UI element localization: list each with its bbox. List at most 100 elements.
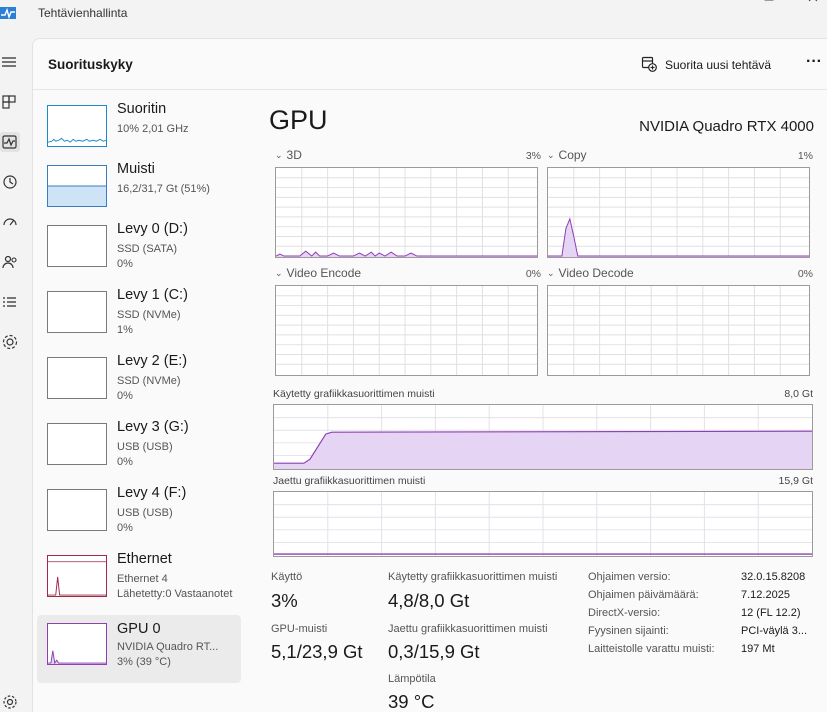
details-icon[interactable]	[0, 292, 20, 312]
device-list: Suoritin 10% 2,01 GHz Muisti 16,2/31,7 G…	[37, 95, 243, 695]
device-item-disk-2[interactable]: Levy 2 (E:) SSD (NVMe) 0%	[37, 353, 241, 417]
app-history-icon[interactable]	[0, 172, 20, 192]
device-usage: 1%	[117, 324, 133, 336]
startup-apps-icon[interactable]	[0, 212, 20, 232]
device-name: Suoritin	[117, 101, 167, 117]
performance-icon[interactable]	[0, 132, 20, 152]
device-usage: 3% (39 °C)	[117, 656, 171, 668]
services-icon[interactable]	[0, 332, 20, 352]
engine-selector-video-encode[interactable]: ⌄ Video Encode	[275, 266, 361, 280]
shared-memory-graph	[273, 491, 813, 557]
device-detail: USB (USB)	[117, 441, 173, 453]
settings-icon[interactable]	[0, 692, 20, 712]
device-usage: 0%	[117, 258, 133, 270]
dedicated-memory-value: 4,8/8,0 Gt	[388, 590, 470, 611]
disk-thumbnail-graph	[47, 423, 107, 465]
engine-percent: 0%	[797, 268, 813, 280]
disk-thumbnail-graph	[47, 291, 107, 333]
device-item-cpu[interactable]: Suoritin 10% 2,01 GHz	[37, 101, 241, 165]
page-title: Suorituskyky	[48, 57, 133, 72]
engine-selector-video-decode[interactable]: ⌄ Video Decode	[547, 266, 634, 280]
header-divider	[33, 89, 827, 90]
engine-percent: 0%	[525, 268, 541, 280]
ethernet-thumbnail-graph	[47, 555, 107, 597]
engine-label: Copy	[558, 148, 587, 162]
processes-icon[interactable]	[0, 92, 20, 112]
device-name: Ethernet	[117, 551, 172, 567]
gpu-model-name: NVIDIA Quadro RTX 4000	[639, 118, 814, 135]
utilization-value: 3%	[271, 590, 298, 611]
dedicated-memory-label: Käytetty grafiikkasuorittimen muisti	[388, 571, 558, 583]
engine-percent: 1%	[797, 150, 813, 162]
info-key-driver-date: Ohjaimen päivämäärä:	[588, 589, 699, 601]
gpu-memory-value: 5,1/23,9 Gt	[271, 641, 363, 662]
temperature-label: Lämpötila	[388, 673, 436, 685]
device-item-disk-1[interactable]: Levy 1 (C:) SSD (NVMe) 1%	[37, 287, 241, 351]
device-name: GPU 0	[117, 621, 161, 637]
shared-memory-graph-label: Jaettu grafiikkasuorittimen muisti	[273, 475, 426, 487]
engine-selector-3d[interactable]: ⌄ 3D	[275, 148, 302, 162]
run-task-label: Suorita uusi tehtävä	[665, 58, 772, 72]
device-item-disk-4[interactable]: Levy 4 (F:) USB (USB) 0%	[37, 485, 241, 549]
device-detail: SSD (NVMe)	[117, 309, 181, 321]
device-detail: NVIDIA Quadro RT...	[117, 641, 219, 653]
device-detail: SSD (SATA)	[117, 243, 178, 255]
gpu-heading: GPU	[269, 105, 328, 135]
users-icon[interactable]	[0, 252, 20, 272]
task-manager-app-icon	[0, 6, 16, 20]
more-options-button[interactable]: ···	[803, 54, 825, 75]
dedicated-memory-graph-max: 8,0 Gt	[784, 388, 813, 400]
engine-graph-video-encode	[275, 285, 538, 376]
dedicated-memory-graph	[273, 404, 813, 470]
engine-label: Video Encode	[286, 266, 362, 280]
device-name: Levy 0 (D:)	[117, 221, 188, 237]
info-key-directx: DirectX-versio:	[588, 607, 661, 619]
info-value-reserved-memory: 197 Mt	[741, 643, 775, 655]
minimize-icon[interactable]	[716, 0, 730, 4]
device-name: Levy 2 (E:)	[117, 353, 188, 369]
chevron-down-icon: ⌄	[547, 268, 555, 278]
engine-graph-3d	[275, 167, 538, 258]
close-icon[interactable]	[806, 0, 820, 4]
disk-thumbnail-graph	[47, 489, 107, 531]
engine-label: Video Decode	[558, 266, 634, 280]
info-value-driver-version: 32.0.15.8208	[741, 571, 806, 583]
chevron-down-icon: ⌄	[547, 150, 555, 160]
gpu-memory-label: GPU-muisti	[271, 623, 328, 635]
shared-memory-graph-max: 15,9 Gt	[778, 475, 813, 487]
memory-thumbnail-graph	[47, 165, 107, 207]
engine-graph-copy	[547, 167, 810, 258]
info-key-physical-location: Fyysinen sijainti:	[588, 625, 669, 637]
engine-percent: 3%	[525, 150, 541, 162]
device-name: Levy 4 (F:)	[117, 485, 187, 501]
device-usage: 0%	[117, 522, 133, 534]
hamburger-menu-icon[interactable]	[0, 52, 20, 72]
engine-label: 3D	[286, 148, 302, 162]
engine-selector-copy[interactable]: ⌄ Copy	[547, 148, 587, 162]
shared-memory-value: 0,3/15,9 Gt	[388, 641, 480, 662]
disk-thumbnail-graph	[47, 357, 107, 399]
gpu-thumbnail-graph	[47, 623, 107, 665]
info-key-driver-version: Ohjaimen versio:	[588, 571, 671, 583]
performance-panel: Suorituskyky Suorita uusi tehtävä ··· Su…	[32, 38, 827, 712]
shared-memory-label: Jaettu grafiikkasuorittimen muisti	[388, 623, 548, 635]
device-name: Levy 1 (C:)	[117, 287, 188, 303]
info-value-directx: 12 (FL 12.2)	[741, 607, 801, 619]
device-detail: 16,2/31,7 Gt (51%)	[117, 183, 210, 195]
run-new-task-button[interactable]: Suorita uusi tehtävä	[641, 55, 771, 75]
navigation-rail	[0, 40, 30, 712]
device-detail: SSD (NVMe)	[117, 375, 181, 387]
device-item-disk-3[interactable]: Levy 3 (G:) USB (USB) 0%	[37, 419, 241, 483]
dedicated-memory-graph-label: Käytetty grafiikkasuorittimen muisti	[273, 388, 435, 400]
device-item-memory[interactable]: Muisti 16,2/31,7 Gt (51%)	[37, 161, 241, 225]
device-detail: USB (USB)	[117, 507, 173, 519]
device-item-ethernet[interactable]: Ethernet Ethernet 4 Lähetetty:0 Vastaano…	[37, 551, 241, 615]
device-usage: 0%	[117, 456, 133, 468]
info-value-physical-location: PCI-väylä 3...	[741, 625, 808, 637]
device-item-disk-0[interactable]: Levy 0 (D:) SSD (SATA) 0%	[37, 221, 241, 285]
chevron-down-icon: ⌄	[275, 150, 283, 160]
chevron-down-icon: ⌄	[275, 268, 283, 278]
device-item-gpu-0[interactable]: GPU 0 NVIDIA Quadro RT... 3% (39 °C)	[37, 615, 241, 683]
maximize-icon[interactable]	[762, 0, 776, 4]
device-detail: Ethernet 4	[117, 573, 168, 585]
